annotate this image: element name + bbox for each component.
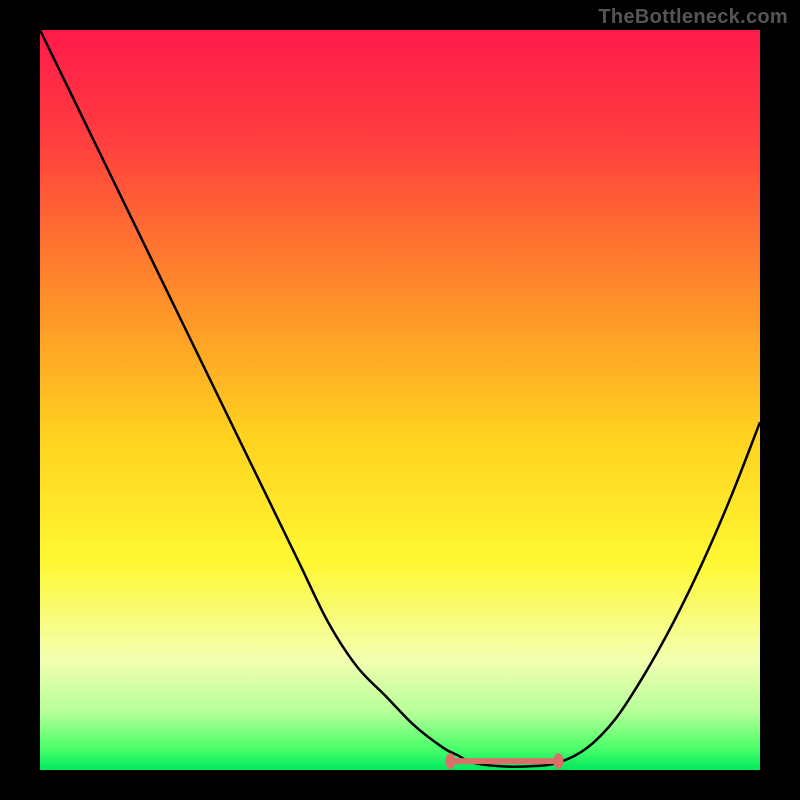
chart-frame: TheBottleneck.com: [0, 0, 800, 800]
optimal-range-cap-right: [553, 753, 563, 769]
optimal-range-cap-left: [445, 753, 455, 769]
plot-background: [40, 30, 760, 770]
watermark-text: TheBottleneck.com: [598, 6, 788, 29]
bottleneck-chart: [0, 0, 800, 800]
